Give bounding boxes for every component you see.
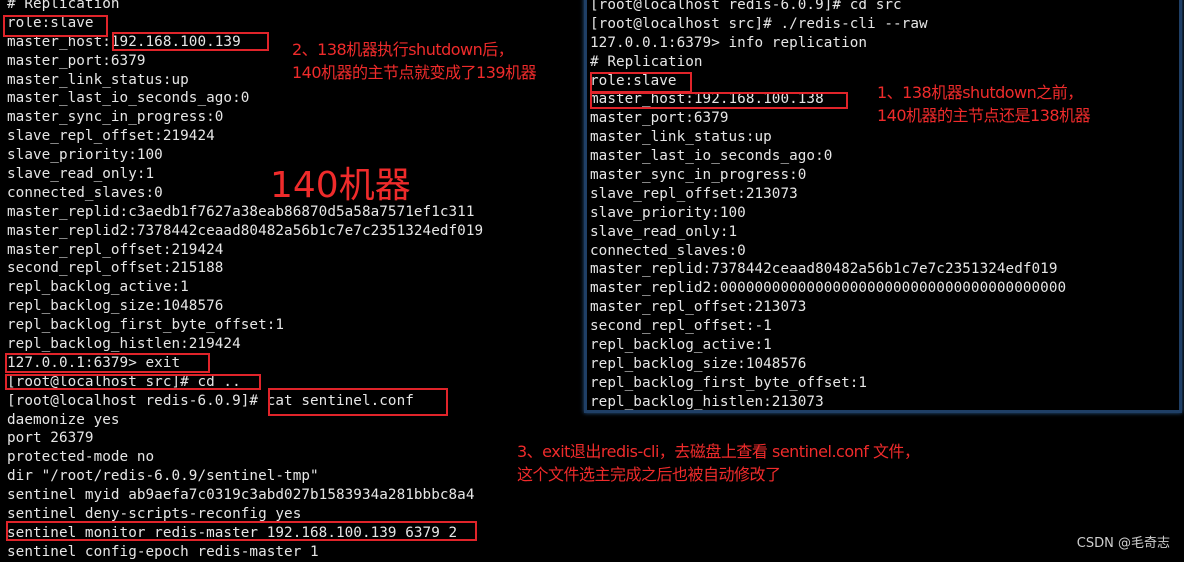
highlight-left-master-host [112,32,269,51]
terminal-line: [root@localhost src]# ./redis-cli --raw [590,15,928,32]
terminal-line: dir "/root/redis-6.0.9/sentinel-tmp" [7,468,319,485]
annotation-note-1: 1、138机器shutdown之前， 140机器的主节点还是138机器 [877,83,1091,125]
machine-label: 140机器 [270,165,411,206]
highlight-right-master-host [590,92,848,109]
annotation-note-2: 2、138机器执行shutdown后， 140机器的主节点就变成了139机器 [292,40,537,82]
terminal-line: master_replid:7378442ceaad80482a56b1c7e7… [590,261,1058,278]
terminal-line: master_repl_offset:219424 [7,241,224,258]
highlight-sentinel-monitor [6,521,477,541]
right-terminal-output: [root@localhost redis-6.0.9]# cd src [roo… [590,0,1066,412]
terminal-line: repl_backlog_first_byte_offset:1 [590,374,868,391]
terminal-line: protected-mode no [7,449,155,466]
terminal-line: connected_slaves:0 [590,242,746,259]
terminal-line: master_last_io_seconds_ago:0 [7,90,250,107]
terminal-line: repl_backlog_size:1048576 [590,355,807,372]
terminal-line: # Replication [590,53,703,70]
highlight-cd-command [5,374,261,390]
terminal-line: master_last_io_seconds_ago:0 [590,148,833,165]
terminal-line: repl_backlog_active:1 [7,279,189,296]
terminal-line: repl_backlog_histlen:219424 [7,336,241,353]
terminal-line: slave_read_only:1 [590,223,738,240]
terminal-line: # Replication [7,0,120,12]
terminal-line: second_repl_offset:215188 [7,260,224,277]
left-terminal-output: # Replication role:slave master_host:192.1… [7,0,483,562]
terminal-line: repl_backlog_histlen:213073 [590,393,824,410]
terminal-line: repl_backlog_size:1048576 [7,298,224,315]
terminal-line: slave_priority:100 [7,147,163,164]
highlight-left-role [3,15,108,37]
terminal-line: second_repl_offset:-1 [590,318,772,335]
highlight-cat-command [268,388,448,416]
terminal-line: master_sync_in_progress:0 [7,109,224,126]
right-terminal-window[interactable]: [root@localhost redis-6.0.9]# cd src [roo… [584,0,1182,413]
terminal-line: master_sync_in_progress:0 [590,167,807,184]
terminal-line: slave_priority:100 [590,204,746,221]
terminal-line: master_replid2:7378442ceaad80482a56b1c7e… [7,222,484,239]
terminal-line: repl_backlog_first_byte_offset:1 [7,317,285,334]
terminal-line: master_repl_offset:213073 [590,299,807,316]
terminal-line: 127.0.0.1:6379> info replication [590,34,868,51]
csdn-watermark: CSDN @毛奇志 [1076,536,1170,551]
terminal-line: slave_repl_offset:213073 [590,185,798,202]
terminal-line: port 26379 [7,430,94,447]
terminal-line: [root@localhost redis-6.0.9]# cd src [590,0,902,13]
terminal-line: master_replid2:0000000000000000000000000… [590,280,1067,297]
terminal-line: connected_slaves:0 [7,184,163,201]
highlight-right-role [590,72,692,93]
annotation-note-3: 3、exit退出redis-cli，去磁盘上查看 sentinel.conf 文… [517,442,920,484]
highlight-exit-command [5,353,210,373]
terminal-line: repl_backlog_active:1 [590,337,772,354]
terminal-line: master_link_status:up [590,129,772,146]
terminal-line: slave_repl_offset:219424 [7,128,215,145]
terminal-line: master_replid:c3aedb1f7627a38eab86870d5a… [7,203,475,220]
terminal-line: slave_read_only:1 [7,166,155,183]
terminal-line: sentinel myid ab9aefa7c0319c3abd027b1583… [7,487,475,504]
